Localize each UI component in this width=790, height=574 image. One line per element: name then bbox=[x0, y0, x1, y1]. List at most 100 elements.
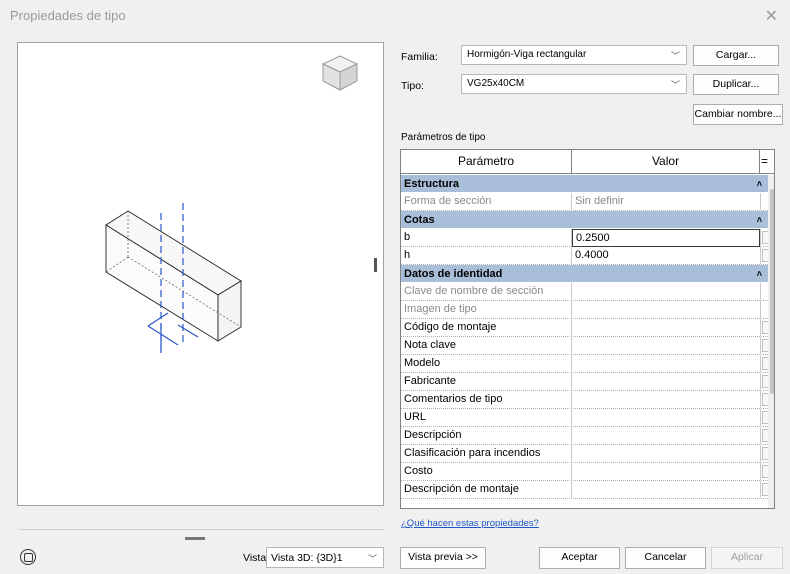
group-name: Datos de identidad bbox=[404, 268, 503, 280]
grid-header: Parámetro Valor = bbox=[401, 150, 774, 174]
parameter-name: Descripción bbox=[401, 427, 572, 445]
parameter-row[interactable]: Nota clave bbox=[401, 337, 769, 355]
parameter-value[interactable] bbox=[572, 463, 760, 481]
type-select[interactable]: VG25x40CM ﹀ bbox=[461, 74, 687, 94]
formula-cell[interactable] bbox=[760, 427, 769, 444]
parameter-row[interactable]: Costo bbox=[401, 463, 769, 481]
column-header-formula[interactable]: = bbox=[760, 150, 769, 173]
type-parameters-label: Parámetros de tipo bbox=[401, 132, 486, 143]
grid-vertical-scrollbar[interactable] bbox=[768, 175, 774, 508]
formula-cell[interactable] bbox=[760, 229, 769, 246]
parameter-row[interactable]: Descripción de montaje bbox=[401, 481, 769, 499]
parameter-row[interactable]: b 0.2500 bbox=[401, 229, 769, 247]
apply-button[interactable]: Aplicar bbox=[711, 547, 783, 569]
parameter-value[interactable]: 0.2500 bbox=[572, 229, 760, 247]
parameter-name: URL bbox=[401, 409, 572, 427]
cancel-button[interactable]: Cancelar bbox=[625, 547, 706, 569]
parameter-name: Clave de nombre de sección bbox=[401, 283, 572, 301]
parameter-value[interactable] bbox=[572, 445, 760, 463]
formula-cell[interactable] bbox=[760, 409, 769, 426]
column-header-value[interactable]: Valor bbox=[572, 150, 760, 173]
parameter-row[interactable]: Fabricante bbox=[401, 373, 769, 391]
parameter-name: Fabricante bbox=[401, 373, 572, 391]
collapse-chevron-icon[interactable]: ˄ bbox=[757, 265, 762, 283]
accept-button[interactable]: Aceptar bbox=[539, 547, 620, 569]
view-value: Vista 3D: {3D}1 bbox=[271, 552, 343, 564]
parameter-value[interactable] bbox=[572, 481, 760, 499]
window-title: Propiedades de tipo bbox=[10, 8, 126, 23]
parameter-row[interactable]: URL bbox=[401, 409, 769, 427]
duplicate-button[interactable]: Duplicar... bbox=[693, 74, 779, 95]
group-name: Cotas bbox=[404, 214, 435, 226]
scroll-thumb[interactable] bbox=[770, 189, 774, 394]
formula-cell[interactable] bbox=[760, 463, 769, 480]
parameter-row[interactable]: Clave de nombre de sección bbox=[401, 283, 768, 301]
scroll-thumb[interactable] bbox=[185, 537, 205, 540]
parameter-row[interactable]: Comentarios de tipo bbox=[401, 391, 769, 409]
parameter-value[interactable] bbox=[572, 337, 760, 355]
load-button[interactable]: Cargar... bbox=[693, 45, 779, 66]
parameter-row[interactable]: Modelo bbox=[401, 355, 769, 373]
parameter-value: Sin definir bbox=[575, 195, 624, 207]
parameter-name: Descripción de montaje bbox=[401, 481, 572, 499]
parameter-row[interactable]: Forma de sección Sin definir bbox=[401, 193, 768, 211]
parameter-name: Comentarios de tipo bbox=[401, 391, 572, 409]
column-header-parameter[interactable]: Parámetro bbox=[401, 150, 572, 173]
preview-button[interactable]: Vista previa >> bbox=[400, 547, 486, 569]
group-header[interactable]: Estructura ˄ bbox=[401, 175, 768, 193]
parameter-row[interactable]: Clasificación para incendios bbox=[401, 445, 769, 463]
parameter-name: Clasificación para incendios bbox=[401, 445, 572, 463]
view-select[interactable]: Vista 3D: {3D}1 ﹀ bbox=[266, 547, 384, 568]
grid-rows: Estructura ˄ Forma de sección Sin definir Co… bbox=[401, 175, 769, 499]
parameter-value[interactable] bbox=[572, 409, 760, 427]
parameter-name: Modelo bbox=[401, 355, 572, 373]
type-value: VG25x40CM bbox=[467, 78, 525, 89]
preview-horizontal-scrollbar[interactable] bbox=[19, 529, 384, 548]
family-value: Hormigón-Viga rectangular bbox=[467, 49, 587, 60]
parameter-value[interactable]: 0.4000 bbox=[572, 247, 760, 265]
formula-cell[interactable] bbox=[760, 445, 769, 462]
group-name: Estructura bbox=[404, 178, 460, 190]
group-header[interactable]: Datos de identidad ˄ bbox=[401, 265, 768, 283]
parameter-value[interactable] bbox=[572, 355, 760, 373]
parameter-name: Código de montaje bbox=[401, 319, 572, 337]
view-cube-icon[interactable] bbox=[321, 55, 359, 91]
parameter-value[interactable] bbox=[572, 373, 760, 391]
help-link[interactable]: ¿Qué hacen estas propiedades? bbox=[401, 518, 539, 529]
parameter-value[interactable] bbox=[572, 391, 760, 409]
parameter-name: Imagen de tipo bbox=[401, 301, 572, 319]
parameter-row[interactable]: Código de montaje bbox=[401, 319, 769, 337]
parameter-value[interactable] bbox=[572, 319, 760, 337]
type-parameters-grid[interactable]: Parámetro Valor = Estructura ˄ Forma de se… bbox=[400, 149, 775, 509]
parameter-value bbox=[572, 301, 760, 319]
title-bar: Propiedades de tipo ✕ bbox=[0, 0, 790, 34]
type-label: Tipo: bbox=[401, 80, 424, 92]
close-icon[interactable]: ✕ bbox=[765, 6, 778, 26]
parameter-value bbox=[572, 283, 760, 301]
splitter-handle[interactable] bbox=[374, 258, 377, 272]
preview-pane[interactable] bbox=[17, 42, 384, 548]
formula-cell bbox=[760, 193, 768, 210]
formula-cell bbox=[760, 283, 768, 300]
formula-cell[interactable] bbox=[760, 355, 769, 372]
formula-cell[interactable] bbox=[760, 391, 769, 408]
family-select[interactable]: Hormigón-Viga rectangular ﹀ bbox=[461, 45, 687, 65]
group-header[interactable]: Cotas ˄ bbox=[401, 211, 768, 229]
rename-button[interactable]: Cambiar nombre... bbox=[693, 104, 783, 125]
beam-geometry bbox=[105, 210, 242, 342]
formula-cell[interactable] bbox=[760, 319, 769, 336]
formula-cell[interactable] bbox=[760, 373, 769, 390]
formula-cell[interactable] bbox=[760, 481, 769, 498]
formula-cell[interactable] bbox=[760, 337, 769, 354]
collapse-chevron-icon[interactable]: ˄ bbox=[757, 211, 762, 229]
collapse-chevron-icon[interactable]: ˄ bbox=[757, 175, 762, 193]
parameter-name: h bbox=[401, 247, 572, 265]
family-label: Familia: bbox=[401, 51, 438, 63]
parameter-row[interactable]: Descripción bbox=[401, 427, 769, 445]
parameter-name: Costo bbox=[401, 463, 572, 481]
parameter-row[interactable]: h 0.4000 bbox=[401, 247, 769, 265]
parameter-value[interactable] bbox=[572, 427, 760, 445]
steering-wheel-icon[interactable] bbox=[20, 549, 36, 565]
parameter-row[interactable]: Imagen de tipo bbox=[401, 301, 768, 319]
formula-cell[interactable] bbox=[760, 247, 769, 264]
